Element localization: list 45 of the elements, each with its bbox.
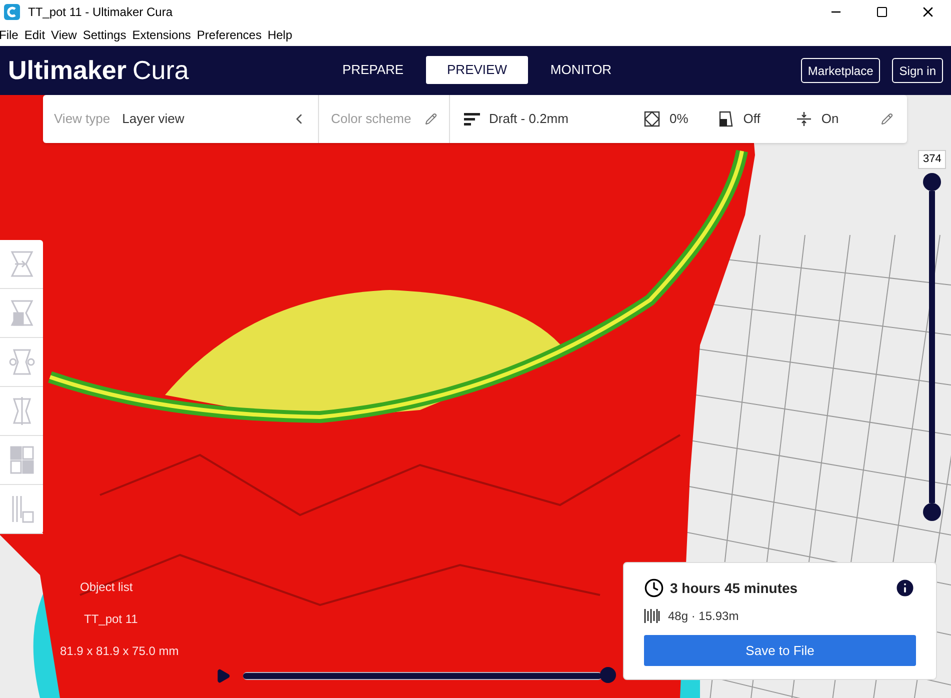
adhesion-icon — [796, 111, 812, 127]
play-icon[interactable] — [215, 668, 231, 684]
pencil-icon[interactable] — [425, 113, 437, 125]
layer-slider-bar[interactable] — [929, 190, 936, 502]
view-type-label: View type — [54, 110, 110, 128]
info-icon[interactable] — [894, 577, 916, 599]
header-button[interactable]: Sign in — [892, 58, 943, 83]
move-icon — [8, 249, 34, 279]
maximize-icon[interactable] — [876, 6, 888, 18]
clock-icon — [644, 578, 664, 598]
stage-tab[interactable]: PREPARE — [322, 56, 424, 84]
infill-value: 0% — [669, 110, 688, 128]
app-logo-icon — [4, 4, 20, 20]
object-dimensions: 81.9 x 81.9 x 75.0 mm — [60, 643, 179, 660]
brand-name: Ultimaker — [8, 54, 126, 87]
print-time: 3 hours 45 minutes — [670, 578, 798, 598]
per-model-settings-icon — [8, 445, 34, 475]
menu-item[interactable]: Help — [266, 26, 294, 44]
menu-item[interactable]: View — [49, 26, 79, 44]
scale-icon — [8, 298, 34, 328]
product-name: Cura — [132, 54, 189, 87]
color-scheme-label: Color scheme — [331, 110, 412, 128]
adhesion-value: On — [821, 110, 839, 128]
support-value: Off — [743, 110, 760, 128]
window-title: TT_pot 11 - Ultimaker Cura — [28, 4, 172, 21]
material-usage: 48g · 15.93m — [668, 608, 739, 625]
object-list-title[interactable]: Object list — [80, 578, 179, 596]
view-type-value[interactable]: Layer view — [122, 109, 184, 129]
support-icon — [718, 111, 734, 127]
header-button[interactable]: Marketplace — [800, 58, 880, 83]
profile-name[interactable]: Draft - 0.2mm — [489, 109, 568, 129]
menu-item[interactable]: Edit — [22, 26, 48, 44]
rotate-icon — [8, 347, 34, 377]
menu-item[interactable]: Preferences — [194, 26, 264, 44]
menu-item[interactable]: Extensions — [130, 26, 193, 44]
profile-icon — [464, 112, 480, 126]
save-to-file-button[interactable]: Save to File — [644, 635, 916, 666]
stage-tab[interactable]: PREVIEW — [426, 56, 528, 84]
object-name: TT_pot 11 — [84, 611, 139, 628]
menu-item[interactable]: Settings — [80, 26, 128, 44]
stage-tab[interactable]: MONITOR — [530, 56, 632, 84]
pencil-icon[interactable] — [881, 113, 893, 125]
menu-item[interactable]: File — [0, 26, 20, 44]
layer-number-label: 374 — [918, 150, 946, 168]
infill-icon — [644, 111, 660, 127]
